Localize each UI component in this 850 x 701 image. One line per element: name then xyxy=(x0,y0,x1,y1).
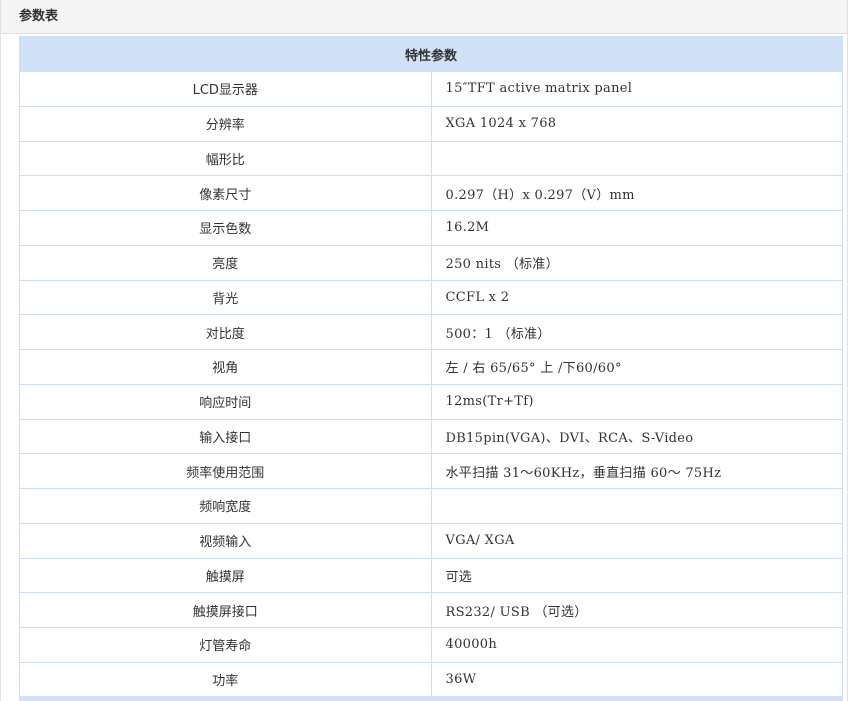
row-label: LCD显示器 xyxy=(19,71,432,107)
panel-title: 参数表 xyxy=(19,9,59,24)
table-row: LCD显示器 15″TFT active matrix panel xyxy=(19,71,843,107)
table-row: 视频输入 VGA/ XGA xyxy=(19,522,843,559)
row-label: 灯管寿命 xyxy=(19,627,432,663)
table-row: 背光 CCFL x 2 xyxy=(19,279,843,316)
table-row: 功率 36W xyxy=(19,661,843,698)
table-footer-bar xyxy=(19,696,843,701)
row-value xyxy=(430,140,843,177)
row-value: 36W xyxy=(430,661,843,698)
row-label: 功率 xyxy=(19,661,432,698)
spec-table: 特性参数 LCD显示器 15″TFT active matrix panel 分… xyxy=(19,36,843,698)
row-value: VGA/ XGA xyxy=(430,522,843,559)
spec-panel: 参数表 特性参数 LCD显示器 15″TFT active matrix pan… xyxy=(0,0,848,701)
table-row: 触摸屏 可选 xyxy=(19,557,843,594)
row-label: 分辨率 xyxy=(19,105,432,142)
table-row: 灯管寿命 40000h xyxy=(19,627,843,663)
table-row: 频响宽度 xyxy=(19,488,843,524)
row-label: 对比度 xyxy=(19,314,432,350)
row-label: 视频输入 xyxy=(19,522,432,559)
row-label: 视角 xyxy=(19,349,432,385)
row-value: 左 / 右 65/65° 上 /下60/60° xyxy=(430,349,843,385)
row-value: RS232/ USB （可选） xyxy=(430,592,843,628)
row-value: 12ms(Tr+Tf) xyxy=(430,383,843,420)
row-value: 16.2M xyxy=(430,210,843,246)
row-value: 500：1 （标准） xyxy=(430,314,843,350)
table-row: 输入接口 DB15pin(VGA)、DVI、RCA、S-Video xyxy=(19,418,843,455)
table-row: 显示色数 16.2M xyxy=(19,210,843,246)
table-row: 响应时间 12ms(Tr+Tf) xyxy=(19,383,843,420)
table-row: 视角 左 / 右 65/65° 上 /下60/60° xyxy=(19,349,843,385)
row-value: 40000h xyxy=(430,627,843,663)
row-label: 输入接口 xyxy=(19,418,432,455)
row-label: 触摸屏接口 xyxy=(19,592,432,628)
row-label: 亮度 xyxy=(19,244,432,281)
row-value: 0.297（H）x 0.297（V）mm xyxy=(430,175,843,211)
row-value: 250 nits （标准） xyxy=(430,244,843,281)
row-label: 触摸屏 xyxy=(19,557,432,594)
row-label: 背光 xyxy=(19,279,432,316)
table-row: 亮度 250 nits （标准） xyxy=(19,244,843,281)
table-header-row: 特性参数 xyxy=(19,36,843,72)
row-label: 频率使用范围 xyxy=(19,453,432,489)
row-value xyxy=(430,488,843,524)
table-header: 特性参数 xyxy=(19,36,843,72)
row-label: 响应时间 xyxy=(19,383,432,420)
row-label: 频响宽度 xyxy=(19,488,432,524)
row-value: XGA 1024 x 768 xyxy=(430,105,843,142)
table-row: 分辨率 XGA 1024 x 768 xyxy=(19,105,843,142)
table-row: 对比度 500：1 （标准） xyxy=(19,314,843,350)
row-value: 水平扫描 31～60KHz，垂直扫描 60～ 75Hz xyxy=(430,453,843,489)
row-label: 显示色数 xyxy=(19,210,432,246)
panel-header: 参数表 xyxy=(1,0,847,34)
table-row: 像素尺寸 0.297（H）x 0.297（V）mm xyxy=(19,175,843,211)
row-value: DB15pin(VGA)、DVI、RCA、S-Video xyxy=(430,418,843,455)
row-value: 15″TFT active matrix panel xyxy=(430,71,843,107)
row-value: 可选 xyxy=(430,557,843,594)
table-row: 频率使用范围 水平扫描 31～60KHz，垂直扫描 60～ 75Hz xyxy=(19,453,843,489)
row-label: 幅形比 xyxy=(19,140,432,177)
table-row: 触摸屏接口 RS232/ USB （可选） xyxy=(19,592,843,628)
row-label: 像素尺寸 xyxy=(19,175,432,211)
table-row: 幅形比 xyxy=(19,140,843,177)
row-value: CCFL x 2 xyxy=(430,279,843,316)
